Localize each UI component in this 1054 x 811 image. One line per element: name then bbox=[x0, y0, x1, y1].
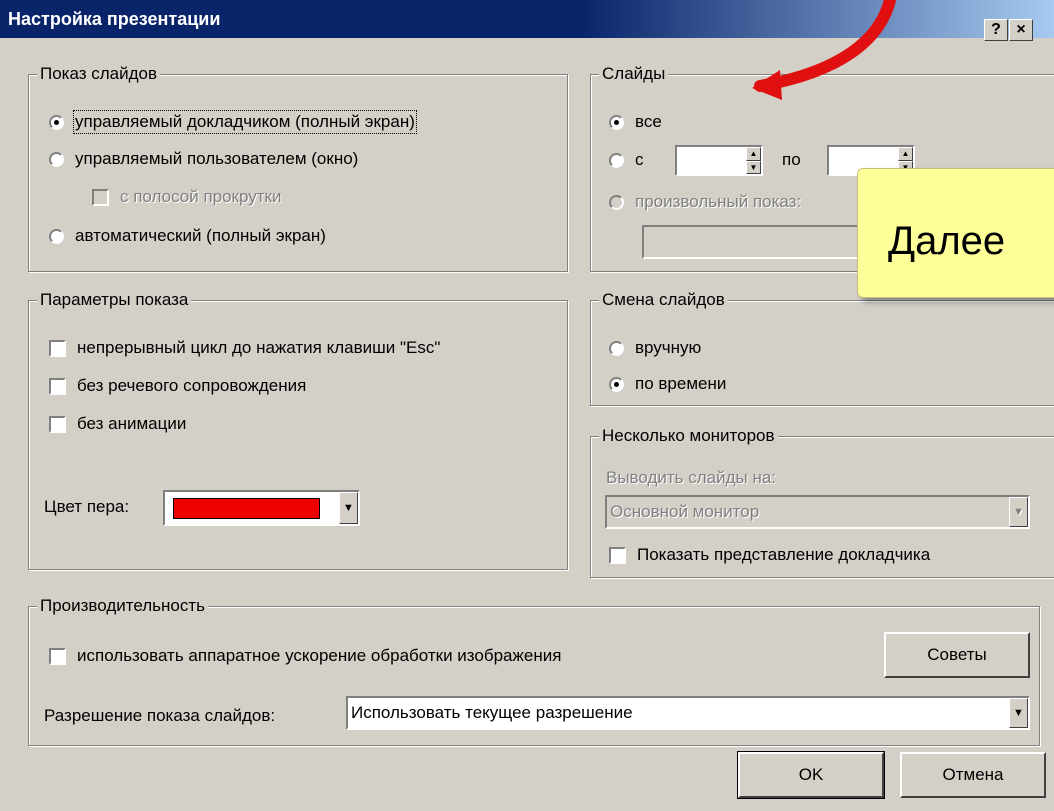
all-slides-option[interactable]: все bbox=[609, 112, 662, 132]
pen-color-dropdown-button[interactable]: ▼ bbox=[339, 492, 358, 524]
monitor-select[interactable]: Основной монитор ▼ bbox=[605, 495, 1030, 529]
all-slides-label: все bbox=[635, 112, 662, 131]
range-to-label: по bbox=[782, 150, 801, 169]
chevron-down-icon: ▼ bbox=[343, 502, 354, 514]
no-animation-checkbox[interactable] bbox=[49, 415, 66, 433]
no-narration-checkbox[interactable] bbox=[49, 377, 66, 395]
ok-button[interactable]: OK bbox=[737, 751, 885, 799]
red-arrow-annotation bbox=[752, 0, 896, 100]
chevron-down-icon: ▼ bbox=[1013, 707, 1024, 719]
kiosk-option[interactable]: автоматический (полный экран) bbox=[49, 226, 326, 246]
presenter-view-label: Показать представление докладчика bbox=[637, 545, 931, 564]
kiosk-label: автоматический (полный экран) bbox=[75, 226, 326, 245]
user-radio[interactable] bbox=[49, 151, 64, 167]
range-radio[interactable] bbox=[609, 152, 624, 168]
performance-label: Производительность bbox=[37, 596, 209, 616]
resolution-value: Использовать текущее разрешение bbox=[351, 703, 633, 722]
manual-option[interactable]: вручную bbox=[609, 338, 701, 358]
cancel-button[interactable]: Отмена bbox=[900, 752, 1046, 798]
range-from-label: с bbox=[635, 150, 644, 169]
resolution-dropdown-button[interactable]: ▼ bbox=[1009, 698, 1028, 728]
resolution-label: Разрешение показа слайдов: bbox=[44, 706, 276, 725]
slides-label: Слайды bbox=[599, 64, 669, 84]
show-type-label: Показ слайдов bbox=[37, 64, 161, 84]
loop-label: непрерывный цикл до нажатия клавиши "Esc… bbox=[77, 338, 441, 357]
loop-option[interactable]: непрерывный цикл до нажатия клавиши "Esc… bbox=[49, 338, 440, 358]
timings-option[interactable]: по времени bbox=[609, 374, 726, 394]
pen-color-label: Цвет пера: bbox=[44, 497, 130, 516]
custom-show-radio[interactable] bbox=[609, 194, 624, 210]
options-label: Параметры показа bbox=[37, 290, 192, 310]
pen-color-picker[interactable]: ▼ bbox=[163, 490, 360, 526]
no-narration-option[interactable]: без речевого сопровождения bbox=[49, 376, 306, 396]
presenter-view-checkbox[interactable] bbox=[609, 546, 626, 564]
pen-color-swatch bbox=[173, 498, 320, 519]
dialog-window: Настройка презентации ? × Показ слайдов … bbox=[0, 0, 1054, 811]
hw-accel-checkbox[interactable] bbox=[49, 647, 66, 665]
close-button[interactable]: × bbox=[1009, 19, 1033, 41]
presenter-option[interactable]: управляемый докладчиком (полный экран) bbox=[49, 110, 417, 134]
manual-radio[interactable] bbox=[609, 340, 624, 356]
help-button[interactable]: ? bbox=[984, 19, 1008, 41]
scrollbar-option[interactable]: с полосой прокрутки bbox=[92, 187, 281, 207]
loop-checkbox[interactable] bbox=[49, 339, 66, 357]
scrollbar-label: с полосой прокрутки bbox=[120, 187, 282, 206]
callout-text: Далее bbox=[888, 219, 1006, 263]
timings-radio[interactable] bbox=[609, 376, 624, 392]
presenter-radio[interactable] bbox=[49, 114, 64, 130]
scrollbar-checkbox[interactable] bbox=[92, 188, 109, 206]
kiosk-radio[interactable] bbox=[49, 228, 64, 244]
from-slide-input[interactable]: ▲ ▼ bbox=[675, 145, 763, 176]
tips-button[interactable]: Советы bbox=[884, 632, 1030, 678]
window-title: Настройка презентации bbox=[8, 9, 221, 29]
user-option[interactable]: управляемый пользователем (окно) bbox=[49, 149, 358, 169]
no-animation-option[interactable]: без анимации bbox=[49, 414, 186, 434]
range-option[interactable]: с bbox=[609, 150, 644, 170]
custom-show-select[interactable] bbox=[642, 225, 872, 259]
monitor-dropdown-button[interactable]: ▼ bbox=[1009, 497, 1028, 527]
chevron-down-icon: ▼ bbox=[1013, 506, 1024, 518]
from-slide-spinner[interactable]: ▲ ▼ bbox=[746, 147, 761, 174]
no-narration-label: без речевого сопровождения bbox=[77, 376, 307, 395]
monitors-label: Несколько мониторов bbox=[599, 426, 778, 446]
advance-label: Смена слайдов bbox=[599, 290, 728, 310]
display-on-label: Выводить слайды на: bbox=[606, 468, 777, 487]
hw-accel-option[interactable]: использовать аппаратное ускорение обрабо… bbox=[49, 646, 561, 666]
no-animation-label: без анимации bbox=[77, 414, 187, 433]
resolution-select[interactable]: Использовать текущее разрешение ▼ bbox=[346, 696, 1030, 730]
timings-label: по времени bbox=[635, 374, 727, 393]
presenter-view-option[interactable]: Показать представление докладчика bbox=[609, 545, 930, 565]
manual-label: вручную bbox=[635, 338, 702, 357]
presenter-label: управляемый докладчиком (полный экран) bbox=[73, 110, 417, 134]
all-slides-radio[interactable] bbox=[609, 114, 624, 130]
custom-show-label: произвольный показ: bbox=[635, 192, 802, 211]
user-label: управляемый пользователем (окно) bbox=[75, 149, 359, 168]
custom-show-option[interactable]: произвольный показ: bbox=[609, 192, 801, 212]
next-callout[interactable]: Далее bbox=[857, 168, 1054, 298]
hw-accel-label: использовать аппаратное ускорение обрабо… bbox=[77, 646, 562, 665]
monitor-value: Основной монитор bbox=[610, 502, 760, 521]
